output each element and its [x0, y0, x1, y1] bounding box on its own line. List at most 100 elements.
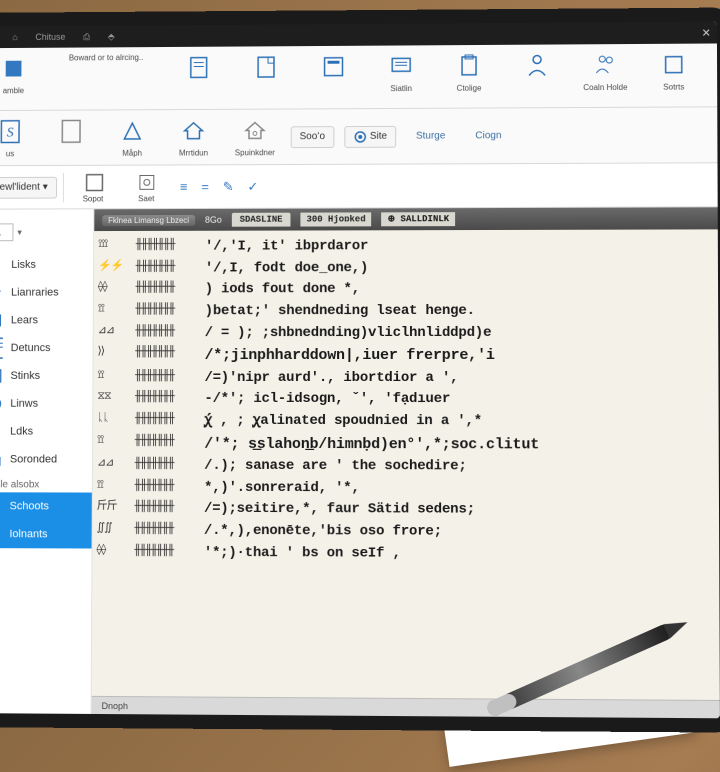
- sidebar-item-label: Lears: [11, 314, 38, 326]
- code-text: /.); sanase are ' the sochedire;: [204, 456, 467, 478]
- close-icon[interactable]: ✕: [702, 26, 711, 39]
- ribbon-tile[interactable]: Sotrts: [644, 48, 703, 103]
- box-icon: [82, 171, 104, 193]
- code-text: '/,I, fodt doe_one,): [205, 258, 368, 280]
- ribbon-tile[interactable]: [508, 48, 566, 103]
- code-line[interactable]: ⟩⟩╫╫╫╫╫╫╫/*;jinphharddown|,iuer frerpre,…: [97, 344, 714, 367]
- code-line[interactable]: ⟟⟟╫╫╫╫╫╫╫/'*; s͟slahon͟b/himnḅd)en°',*;s…: [97, 432, 715, 456]
- line-marker: ⚡⚡: [98, 258, 136, 280]
- ribbon-tile[interactable]: [170, 51, 228, 106]
- line-gutter: ╫╫╫╫╫╫╫: [134, 521, 204, 543]
- sidebar-item[interactable]: Schoots: [0, 492, 92, 520]
- sidebar-item[interactable]: Iolnants: [0, 520, 92, 548]
- ribbon-glyph[interactable]: ✓: [243, 179, 262, 195]
- code-line[interactable]: ⟟⟟╫╫╫╫╫╫╫)betat;' shendneding lseat heng…: [98, 301, 714, 323]
- ribbon-tile[interactable]: [305, 50, 363, 105]
- ribbon-mid-tile[interactable]: Sopot: [69, 171, 117, 203]
- ribbon-button-label: Sooʻo: [300, 131, 325, 142]
- line-gutter: ╫╫╫╫╫╫╫: [135, 323, 205, 345]
- ribbon-tile[interactable]: Siatlin: [372, 49, 430, 104]
- line-marker: ⊿⊿: [97, 456, 135, 478]
- ribbon-tile[interactable]: [237, 50, 295, 105]
- ribbon-tile[interactable]: Sus: [0, 115, 36, 162]
- sidebar-item[interactable]: Soronded: [0, 445, 92, 473]
- chevron-down-icon[interactable]: ▾: [17, 227, 22, 238]
- code-line[interactable]: 斤斤╫╫╫╫╫╫╫/=);seitire,*, faur Sätid seden…: [97, 499, 715, 523]
- user-icon: [522, 50, 552, 80]
- sidebar-item[interactable]: Detuncs: [0, 334, 93, 362]
- tab-button[interactable]: Sewl'lident ▾: [0, 176, 57, 198]
- ribbon-mid-label: Saet: [138, 194, 154, 203]
- dot-icon: [353, 129, 367, 143]
- code-line[interactable]: ⟠⟠╫╫╫╫╫╫╫'*;)·thai ' bs on seIf ,: [96, 542, 715, 566]
- line-gutter: ╫╫╫╫╫╫╫: [135, 456, 205, 478]
- page-number[interactable]: 1: [0, 223, 14, 241]
- editor-tab-2[interactable]: 300 Hjoɒked: [300, 212, 371, 226]
- line-gutter: ╫╫╫╫╫╫╫: [134, 542, 204, 564]
- line-marker: ⟟⟟⟟: [98, 237, 136, 259]
- line-marker: ⟩⟩: [97, 345, 135, 368]
- ribbon-tile[interactable]: Coaln Holde: [576, 48, 634, 103]
- code-line[interactable]: ⟠⟠╫╫╫╫╫╫╫) iods fout done *,: [98, 279, 714, 302]
- code-line[interactable]: ∬∬╫╫╫╫╫╫╫/.*,),enonēte,'bis oso frore;: [97, 521, 716, 545]
- line-marker: ∬∬: [97, 521, 135, 543]
- ribbon-tile[interactable]: Mrrtidun: [168, 114, 220, 161]
- link-icon: [0, 257, 3, 273]
- editor-tab[interactable]: SDASLINE: [232, 213, 291, 227]
- ribbon-button[interactable]: Sooʻo: [291, 126, 334, 148]
- ribbon-text[interactable]: Ciogn: [465, 130, 511, 141]
- code-line[interactable]: ⟟⟟⟟╫╫╫╫╫╫╫'/,'I, it' ibprdaror: [98, 235, 714, 258]
- tri-icon: [117, 116, 147, 146]
- sidebar-item[interactable]: Lisks: [0, 251, 93, 279]
- code-text: /=)'nipr aurd'., ibortdior a ',: [204, 368, 458, 390]
- ribbon-glyph[interactable]: ✎: [219, 179, 238, 195]
- ribbon-text[interactable]: Sturge: [406, 131, 455, 142]
- code-line[interactable]: ⊿⊿╫╫╫╫╫╫╫/.); sanase are ' the sochedire…: [97, 456, 715, 479]
- page-stepper[interactable]: 1 ▾: [0, 223, 87, 241]
- ribbon-glyph[interactable]: =: [197, 179, 213, 194]
- editor-pill[interactable]: Fklnea Limansg Lbzeci: [102, 214, 195, 225]
- ribbon-label: Siatlin: [390, 84, 412, 93]
- line-gutter: ╫╫╫╫╫╫╫: [135, 411, 205, 433]
- status-text: Dnoph: [102, 700, 128, 710]
- ribbon-label: Boward or to alrcing..: [69, 53, 143, 62]
- code-editor[interactable]: ⟟⟟⟟╫╫╫╫╫╫╫'/,'I, it' ibprdaror⚡⚡╫╫╫╫╫╫╫'…: [92, 229, 720, 700]
- code-line[interactable]: ⧖⧖╫╫╫╫╫╫╫-/*'; icl-idsogn, ˇ', 'fạdıuer: [97, 389, 714, 411]
- ribbon-glyph[interactable]: ≡: [176, 179, 191, 194]
- editor-tab-3[interactable]: ⊕ SALLDINLK: [382, 212, 456, 226]
- ribbon-tile[interactable]: Ctolige: [440, 49, 498, 104]
- code-text: ꭕ́ , ; ꭕalinated spoudnied in a ',*: [204, 411, 482, 433]
- sidebar-item[interactable]: Stinks: [0, 362, 93, 390]
- line-gutter: ╫╫╫╫╫╫╫: [136, 237, 205, 259]
- ribbon-row-1: amble Boward or to alrcing.. Siatlin Ctolig…: [0, 43, 717, 111]
- sidebar-item-label: Soronded: [10, 453, 57, 465]
- app-icon: [0, 54, 28, 84]
- line-marker: ⟠⟠: [98, 280, 136, 302]
- code-line[interactable]: ᚳᚳ╫╫╫╫╫╫╫ꭕ́ , ; ꭕalinated spoudnied in a…: [97, 411, 715, 433]
- line-gutter: ╫╫╫╫╫╫╫: [135, 345, 205, 368]
- titlebar-glyph: ⎙: [83, 31, 90, 42]
- sidebar-item[interactable]: Linws: [0, 390, 92, 418]
- line-gutter: ╫╫╫╫╫╫╫: [135, 433, 205, 456]
- ribbon-button[interactable]: Site: [344, 125, 396, 147]
- ribbon-mid-tile[interactable]: Saet: [123, 171, 171, 203]
- ribbon-tile[interactable]: amble: [0, 52, 42, 106]
- code-line[interactable]: ⟟⟟╫╫╫╫╫╫╫*,)'.sonreraid, '*,: [97, 477, 715, 500]
- code-text: '/,'I, it' ibprdaror: [205, 236, 368, 258]
- sidebar-item[interactable]: Lears: [0, 306, 93, 334]
- sidebar-item[interactable]: Lianraries: [0, 279, 93, 307]
- code-line[interactable]: ⟟⟟╫╫╫╫╫╫╫/=)'nipr aurd'., ibortdior a ',: [97, 368, 714, 390]
- blank-icon: [56, 116, 86, 146]
- play-icon: [0, 526, 2, 542]
- ribbon-tile[interactable]: [45, 114, 96, 161]
- editor-panel: Fklnea Limansg Lbzeci 8Go SDASLINE 300 H…: [92, 207, 720, 718]
- code-line[interactable]: ⚡⚡╫╫╫╫╫╫╫'/,I, fodt doe_one,): [98, 257, 714, 280]
- ribbon-tile[interactable]: Spuinkdner: [229, 114, 281, 161]
- line-marker: ⧖⧖: [97, 389, 135, 411]
- code-text: /.*,),enonēte,'bis oso frore;: [204, 521, 442, 544]
- line-gutter: ╫╫╫╫╫╫╫: [135, 368, 205, 390]
- sidebar-item[interactable]: Ldks: [0, 418, 92, 446]
- ribbon-tile[interactable]: Måph: [106, 114, 158, 161]
- code-line[interactable]: ⊿⊿╫╫╫╫╫╫╫/ = ); ;shbnednding)vliclhnlidd…: [98, 322, 715, 344]
- ribbon-tile[interactable]: Boward or to alrcing..: [52, 51, 161, 106]
